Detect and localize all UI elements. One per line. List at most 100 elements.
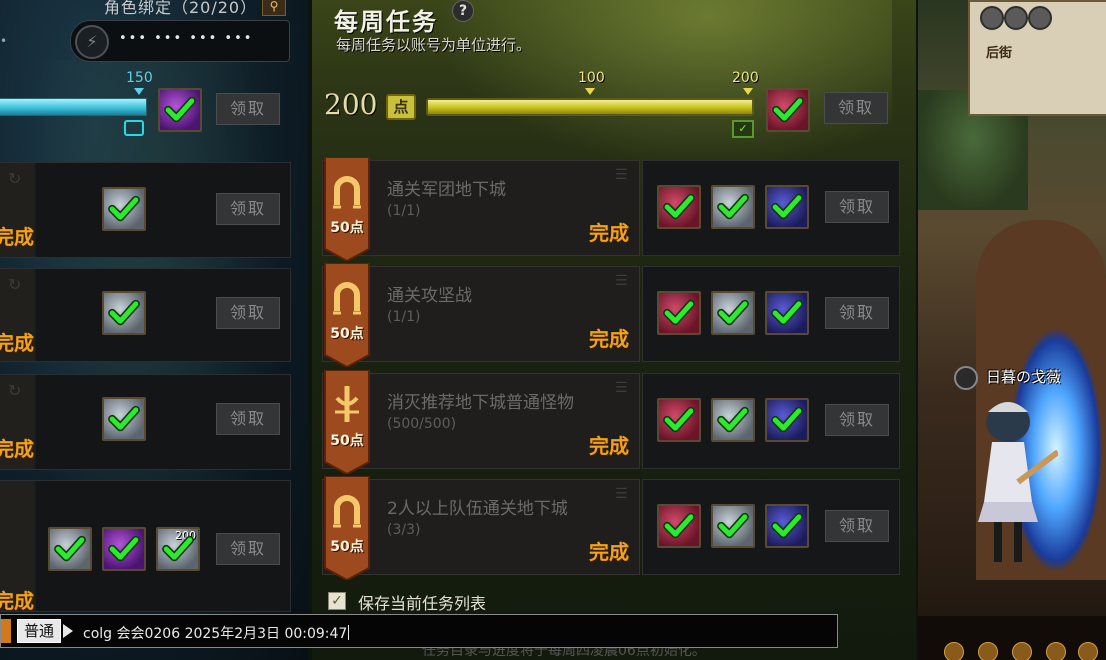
player-character[interactable] xyxy=(958,392,1058,572)
task-reward[interactable] xyxy=(711,291,755,335)
task-progress: (500/500) xyxy=(387,416,457,432)
daily-task-row: ↻ 完成 领取 xyxy=(0,374,291,470)
refresh-icon: ↻ xyxy=(8,275,22,294)
task-claim-button[interactable]: 领取 xyxy=(216,403,280,435)
task-reward[interactable] xyxy=(657,398,701,442)
checkmark-icon xyxy=(162,535,194,562)
checkmark-icon xyxy=(771,299,803,326)
task-reward[interactable] xyxy=(711,504,755,548)
minimap-npc-icon xyxy=(1004,6,1028,30)
task-claim-button[interactable]: 领取 xyxy=(825,404,889,436)
task-reward[interactable] xyxy=(765,185,809,229)
weekly-task-row: 50点 通关攻坚战 (1/1) ☰ 完成 领取 xyxy=(322,263,900,367)
task-reward[interactable] xyxy=(102,397,146,441)
toolbar-icon[interactable] xyxy=(1046,642,1066,660)
task-reward[interactable] xyxy=(102,527,146,571)
checkmark-icon xyxy=(108,195,140,222)
milestone-marker xyxy=(743,88,753,95)
daily-task-panel: 角色绑定（20/20） ⚲ • ⚡ ••• ••• ••• ••• 150 领取… xyxy=(0,0,308,660)
task-status: 完成 xyxy=(0,225,34,249)
minimap[interactable]: 后街 xyxy=(968,0,1106,116)
checkmark-icon xyxy=(663,406,695,433)
chat-mode-icon[interactable] xyxy=(1,619,11,643)
weekly-progress-bar xyxy=(426,98,754,116)
minimap-area-label: 后街 xyxy=(986,46,1013,61)
chat-input-bar[interactable]: 普通 colg 会会0206 2025年2月3日 00:09:47 xyxy=(0,614,838,648)
task-claim-button[interactable]: 领取 xyxy=(825,191,889,223)
weekly-task-row: 50点 2人以上队伍通关地下城 (3/3) ☰ 完成 领取 xyxy=(322,476,900,580)
checkmark-icon xyxy=(54,535,86,562)
sword-icon xyxy=(335,386,359,422)
task-reward[interactable] xyxy=(102,291,146,335)
refresh-icon: ↻ xyxy=(8,169,22,188)
points-badge: 点 xyxy=(386,94,416,120)
search-icon[interactable]: ⚲ xyxy=(262,0,286,16)
chat-message: colg 会会0206 2025年2月3日 00:09:47 xyxy=(83,626,348,642)
menu-icon: ☰ xyxy=(615,486,628,502)
weekly-task-row: 50点 通关军团地下城 (1/1) ☰ 完成 领取 xyxy=(322,157,900,261)
help-icon[interactable]: ? xyxy=(452,0,474,22)
weekly-milestone-claim-button[interactable]: 领取 xyxy=(824,92,888,124)
task-claim-button[interactable]: 领取 xyxy=(825,510,889,542)
character-bind-title: 角色绑定（20/20） xyxy=(104,0,258,17)
task-claim-button[interactable]: 领取 xyxy=(216,297,280,329)
toolbar-icon[interactable] xyxy=(944,642,964,660)
task-points: 50点 xyxy=(330,326,364,342)
password-mask: ••• ••• ••• ••• xyxy=(119,31,254,46)
toolbar-icon[interactable] xyxy=(978,642,998,660)
milestone-marker xyxy=(585,88,595,95)
checkmark-icon xyxy=(771,193,803,220)
chest-icon[interactable] xyxy=(124,120,144,136)
weekly-points-value: 200 xyxy=(324,88,378,121)
checkmark-icon xyxy=(717,193,749,220)
save-task-list-checkbox[interactable]: ✓ xyxy=(328,592,346,610)
chat-channel-arrow-icon[interactable] xyxy=(63,624,73,638)
task-name: 通关攻坚战 xyxy=(387,286,472,306)
milestone-label: 200 xyxy=(732,70,759,86)
chat-channel-button[interactable]: 普通 xyxy=(17,619,61,643)
task-reward[interactable] xyxy=(657,291,701,335)
task-status: 完成 xyxy=(589,434,629,458)
task-reward[interactable]: 200 xyxy=(156,527,200,571)
checkmark-icon xyxy=(108,535,140,562)
task-name: 2人以上队伍通关地下城 xyxy=(387,499,568,519)
task-reward[interactable] xyxy=(765,398,809,442)
horseshoe-icon xyxy=(333,282,361,315)
task-reward[interactable] xyxy=(657,504,701,548)
weekly-task-row: 50点 消灭推荐地下城普通怪物 (500/500) ☰ 完成 领取 xyxy=(322,370,900,474)
minimap-npc-icon xyxy=(980,6,1004,30)
daily-progress-fill xyxy=(0,99,146,115)
weekly-title: 每周任务 xyxy=(334,8,438,36)
task-reward[interactable] xyxy=(765,504,809,548)
text-caret xyxy=(348,625,350,640)
task-claim-button[interactable]: 领取 xyxy=(825,297,889,329)
checkmark-icon xyxy=(717,406,749,433)
daily-task-row: 完成 200 领取 xyxy=(0,480,291,613)
chat-input[interactable]: colg 会会0206 2025年2月3日 00:09:47 xyxy=(83,623,350,643)
guild-badge-icon xyxy=(954,366,978,390)
task-reward[interactable] xyxy=(48,527,92,571)
task-reward[interactable] xyxy=(102,187,146,231)
save-task-list-label: 保存当前任务列表 xyxy=(358,594,487,613)
toolbar-icon[interactable] xyxy=(1078,642,1098,660)
daily-milestone-claim-button[interactable]: 领取 xyxy=(216,93,280,125)
menu-icon: ☰ xyxy=(615,380,628,396)
weekly-milestone-reward[interactable] xyxy=(766,88,810,132)
task-reward[interactable] xyxy=(765,291,809,335)
password-field[interactable]: ⚡ ••• ••• ••• ••• xyxy=(70,20,290,62)
task-claim-button[interactable]: 领取 xyxy=(216,533,280,565)
task-reward[interactable] xyxy=(711,185,755,229)
task-status: 完成 xyxy=(589,221,629,245)
task-reward[interactable] xyxy=(711,398,755,442)
daily-milestone-reward[interactable] xyxy=(158,88,202,132)
daily-task-row: ↻ 完成 领取 xyxy=(0,268,291,362)
task-points: 50点 xyxy=(330,220,364,236)
weekly-progress-fill xyxy=(428,100,752,114)
weekly-subtitle: 每周任务以账号为单位进行。 xyxy=(336,36,532,54)
task-status: 完成 xyxy=(0,331,34,355)
checkmark-icon xyxy=(717,512,749,539)
task-reward[interactable] xyxy=(657,185,701,229)
task-claim-button[interactable]: 领取 xyxy=(216,193,280,225)
milestone-chest-icon[interactable]: ✓ xyxy=(732,120,754,138)
toolbar-icon[interactable] xyxy=(1012,642,1032,660)
